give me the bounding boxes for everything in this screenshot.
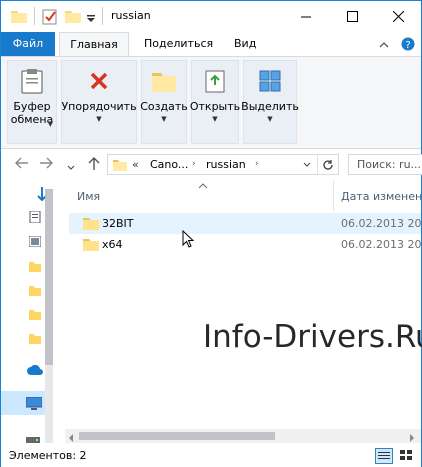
dropdown-arrow-icon: ▼: [96, 115, 102, 123]
open-group[interactable]: Открыть ▼: [189, 60, 241, 144]
folder-icon[interactable]: [29, 261, 41, 272]
tab-share[interactable]: Поделиться: [134, 32, 223, 56]
customize-toolbar-icon[interactable]: [87, 13, 95, 29]
close-button[interactable]: [375, 1, 421, 32]
dropdown-arrow-icon: ▼: [267, 115, 273, 123]
tab-file[interactable]: Файл: [1, 32, 55, 56]
column-divider[interactable]: [333, 181, 334, 211]
column-date[interactable]: Дата изменени: [341, 190, 421, 203]
forward-icon[interactable]: [39, 157, 53, 173]
scroll-left-icon[interactable]: [68, 432, 74, 445]
select-icon: [256, 66, 284, 96]
dropdown-arrow-icon: ▼: [161, 115, 167, 123]
minimize-button[interactable]: [283, 1, 329, 32]
select-group[interactable]: Выделить ▼: [241, 60, 299, 144]
ribbon: Буфер обмена ▼ Упорядочить ▼ Создать ▼ О…: [1, 56, 421, 149]
properties-icon[interactable]: [42, 9, 58, 25]
select-label: Выделить: [241, 100, 299, 113]
pictures-icon[interactable]: [28, 235, 42, 248]
column-name[interactable]: Имя: [77, 190, 100, 203]
details-view-icon[interactable]: [375, 448, 393, 464]
ribbon-tabs: Файл Главная Поделиться Вид ?: [1, 32, 421, 57]
breadcrumb-overflow[interactable]: «: [132, 158, 139, 171]
new-label: Создать: [140, 100, 188, 113]
nav-scrollbar-track[interactable]: [45, 365, 53, 443]
organize-group[interactable]: Упорядочить ▼: [61, 60, 137, 144]
nav-scrollbar-thumb[interactable]: [45, 189, 53, 365]
horizontal-scrollbar[interactable]: [65, 429, 421, 443]
title-bar: russian: [1, 1, 421, 32]
breadcrumb-separator-icon[interactable]: ›: [192, 159, 196, 169]
tab-view[interactable]: Вид: [224, 32, 266, 56]
clipboard-label-1: Буфер: [13, 100, 51, 113]
help-icon[interactable]: ?: [401, 37, 415, 54]
address-bar[interactable]: « Cano... › russian ›: [107, 154, 339, 175]
status-bar: Элементов: 2: [1, 445, 421, 467]
tab-home[interactable]: Главная: [59, 32, 129, 57]
dropdown-arrow-icon: ▼: [212, 115, 218, 123]
new-folder-quick-icon[interactable]: [65, 9, 81, 25]
file-date: 06.02.2013 20:37: [341, 217, 421, 230]
explorer-window: russian Файл Главная Поделиться Вид ? Бу…: [0, 0, 422, 467]
breadcrumb-separator-icon[interactable]: ›: [255, 159, 259, 169]
organize-label: Упорядочить: [61, 100, 137, 113]
up-icon[interactable]: [88, 157, 100, 175]
new-group[interactable]: Создать ▼: [140, 60, 188, 144]
delete-icon: [85, 66, 113, 96]
breadcrumb-canon[interactable]: Cano...: [150, 158, 188, 171]
maximize-button[interactable]: [329, 1, 375, 32]
large-icons-view-icon[interactable]: [398, 448, 416, 464]
breadcrumb-russian[interactable]: russian: [206, 158, 246, 171]
back-icon[interactable]: [15, 157, 29, 173]
divider: [34, 7, 35, 25]
folder-icon[interactable]: [29, 333, 41, 344]
new-folder-icon: [150, 66, 178, 96]
horizontal-scrollbar-thumb[interactable]: [79, 432, 275, 440]
refresh-icon[interactable]: [317, 155, 338, 174]
svg-text:?: ?: [405, 40, 410, 51]
search-box[interactable]: Поиск: ru...: [348, 154, 422, 175]
open-label: Открыть: [189, 100, 241, 113]
file-date: 06.02.2013 20:38: [341, 238, 421, 251]
watermark-text: Info-Drivers.Ru: [203, 319, 422, 355]
clipboard-icon: [18, 66, 46, 96]
collapse-ribbon-icon[interactable]: [379, 39, 389, 52]
scroll-right-icon[interactable]: [409, 432, 415, 445]
address-history-icon[interactable]: [297, 155, 317, 174]
file-name: x64: [102, 238, 123, 251]
file-row-32bit[interactable]: 32BIT 06.02.2013 20:37: [69, 213, 421, 234]
mouse-cursor-icon: [182, 229, 195, 251]
open-icon: [201, 66, 229, 96]
file-row-x64[interactable]: x64 06.02.2013 20:38: [69, 234, 421, 255]
dropdown-arrow-icon: ▼: [47, 120, 53, 128]
onedrive-icon[interactable]: [27, 364, 43, 376]
folder-icon[interactable]: [29, 309, 41, 320]
folder-icon: [83, 238, 99, 251]
computer-icon: [25, 396, 43, 410]
divider: [102, 7, 103, 25]
folder-icon: [113, 158, 127, 174]
folder-icon[interactable]: [29, 285, 41, 296]
clipboard-group[interactable]: Буфер обмена ▼: [7, 60, 57, 144]
search-input[interactable]: Поиск: ru...: [357, 158, 421, 171]
folder-icon: [11, 9, 27, 25]
drive-icon[interactable]: [26, 433, 40, 444]
window-title: russian: [111, 9, 151, 22]
documents-icon[interactable]: [29, 210, 41, 224]
column-header-row: Имя Дата изменени: [65, 181, 421, 211]
recent-locations-icon[interactable]: [67, 160, 75, 175]
item-count: Элементов: 2: [9, 449, 87, 462]
file-name: 32BIT: [102, 217, 134, 230]
sort-arrow-icon: [198, 182, 208, 191]
folder-icon: [83, 217, 99, 230]
file-list: Имя Дата изменени 32BIT 06.02.2013 20:37…: [65, 181, 421, 443]
